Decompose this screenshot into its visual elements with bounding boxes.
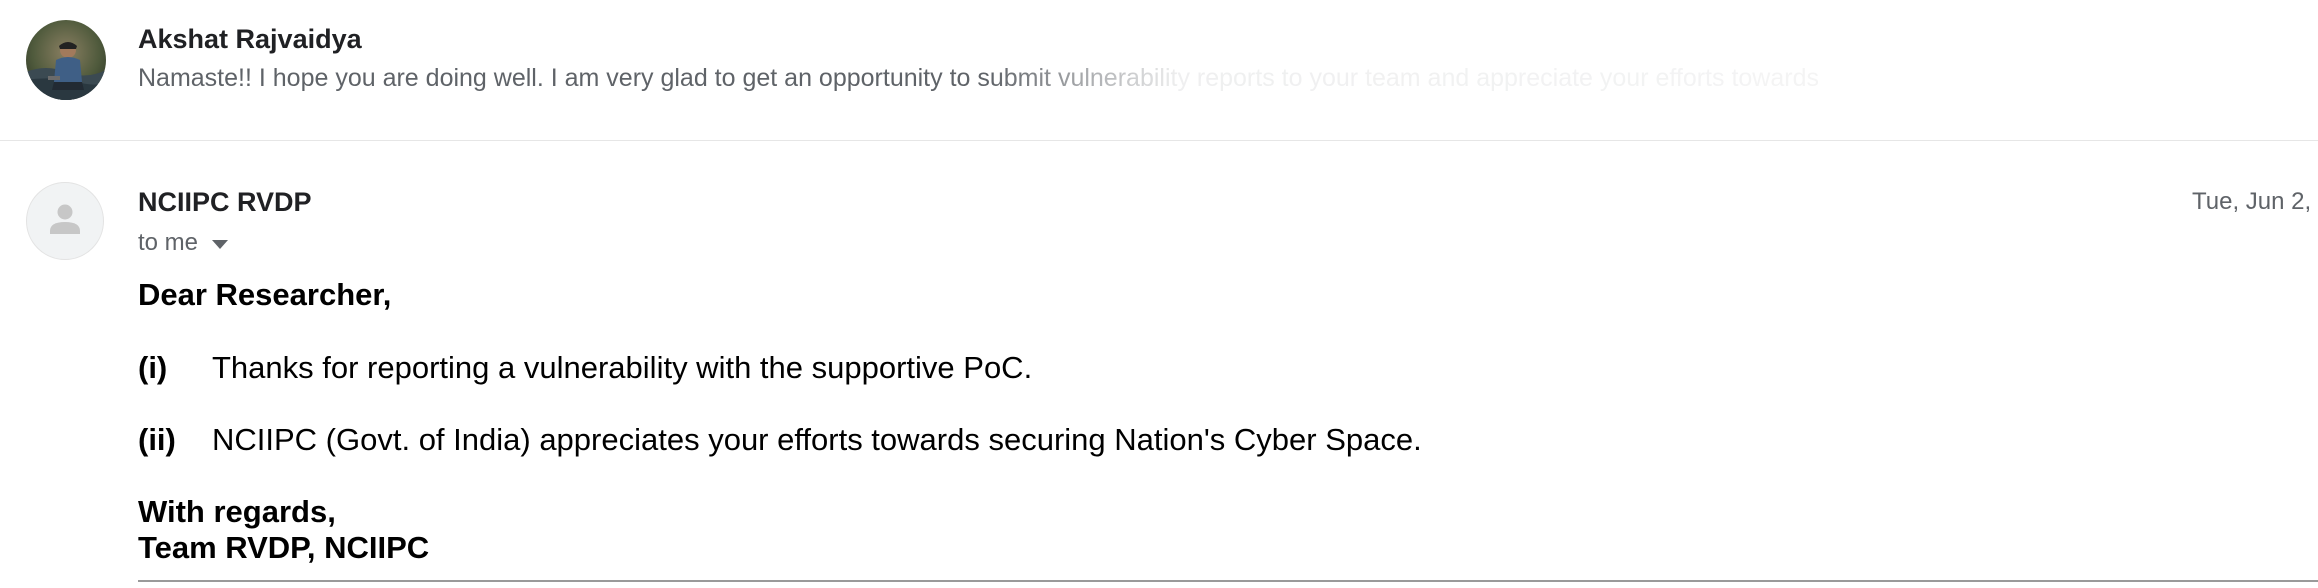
item-number: (i) — [138, 350, 168, 385]
message-date: Tue, Jun 2, — [2192, 188, 2312, 215]
person-icon — [50, 204, 80, 234]
collapsed-sender-name: Akshat Rajvaidya — [138, 24, 362, 54]
signature-divider — [138, 580, 2318, 582]
recipient-label: to me — [138, 229, 199, 256]
recipient-details-toggle[interactable]: to me — [138, 228, 229, 258]
profile-photo-icon — [26, 20, 106, 100]
collapsed-message[interactable]: Akshat Rajvaidya Namaste!! I hope you ar… — [0, 0, 2318, 141]
message-item: (ii) NCIIPC (Govt. of India) appreciates… — [138, 422, 1422, 458]
sender-name[interactable]: NCIIPC RVDP — [138, 187, 312, 218]
message-signature: Team RVDP, NCIIPC — [138, 530, 430, 565]
message-item: (i) Thanks for reporting a vulnerability… — [138, 350, 1032, 386]
item-text: NCIIPC (Govt. of India) appreciates your… — [212, 422, 1422, 457]
item-text: Thanks for reporting a vulnerability wit… — [212, 350, 1033, 385]
item-number: (ii) — [138, 422, 176, 457]
email-thread-view: Akshat Rajvaidya Namaste!! I hope you ar… — [0, 0, 2318, 588]
sender-avatar[interactable] — [26, 20, 106, 100]
message-greeting: Dear Researcher, — [138, 277, 392, 312]
default-avatar[interactable] — [26, 182, 104, 260]
message-signoff: With regards, — [138, 494, 336, 529]
caret-down-icon[interactable] — [212, 239, 229, 249]
collapsed-message-snippet: Namaste!! I hope you are doing well. I a… — [138, 64, 1819, 92]
